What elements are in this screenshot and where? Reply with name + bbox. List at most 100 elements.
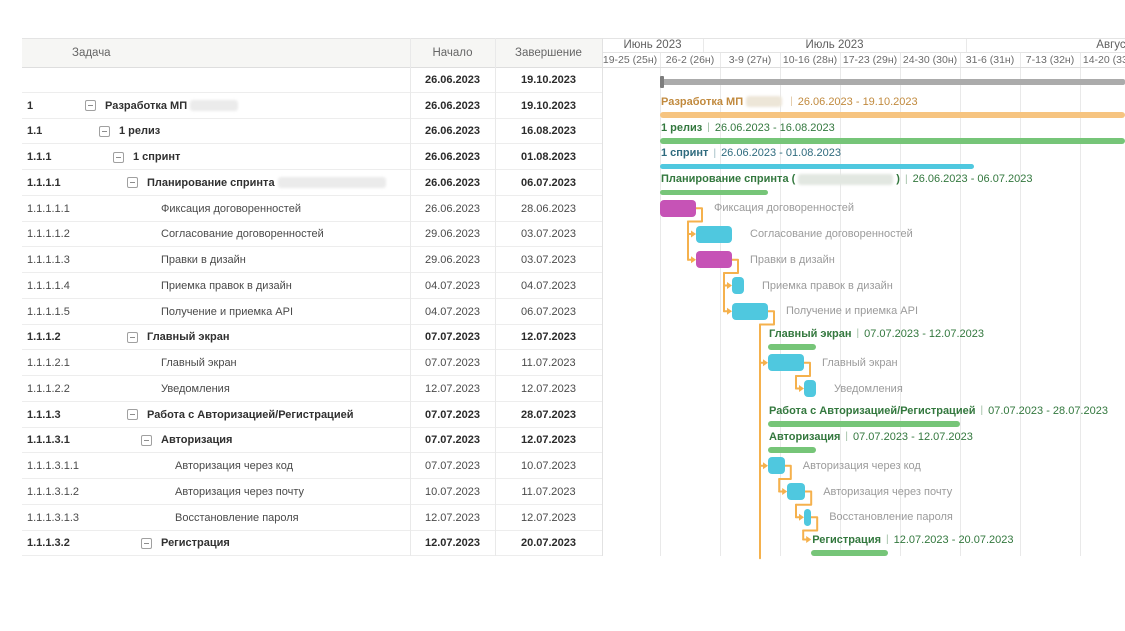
task-end-date[interactable]: 16.08.2023	[495, 119, 602, 145]
table-row[interactable]: 1.1.1.3.2Регистрация12.07.202320.07.2023	[22, 531, 602, 557]
table-row[interactable]: 1.1.1.3.1Авторизация07.07.202312.07.2023	[22, 428, 602, 454]
task-bar[interactable]	[804, 380, 816, 397]
task-end-date[interactable]: 12.07.2023	[495, 376, 602, 402]
group-label[interactable]: Авторизация|07.07.2023 - 12.07.2023	[769, 430, 973, 444]
task-start-date[interactable]: 12.07.2023	[410, 505, 495, 531]
task-end-date[interactable]: 20.07.2023	[495, 531, 602, 557]
task-start-date[interactable]: 07.07.2023	[410, 350, 495, 376]
table-row[interactable]: 26.06.202319.10.2023	[22, 67, 602, 93]
table-row[interactable]: 1.1.1.3.1.3Восстановление пароля12.07.20…	[22, 505, 602, 531]
collapse-button[interactable]	[99, 126, 110, 137]
group-label[interactable]: 1 релиз|26.06.2023 - 16.08.2023	[661, 121, 835, 135]
group-label[interactable]: Работа с Авторизацией/Регистрацией|07.07…	[769, 404, 1108, 418]
group-progress-bar[interactable]	[660, 138, 1125, 144]
task-start-date[interactable]: 12.07.2023	[410, 531, 495, 557]
task-end-date[interactable]: 06.07.2023	[495, 170, 602, 196]
collapse-button[interactable]	[141, 538, 152, 549]
task-start-date[interactable]: 07.07.2023	[410, 325, 495, 351]
task-start-date[interactable]: 26.06.2023	[410, 119, 495, 145]
task-end-date[interactable]: 06.07.2023	[495, 299, 602, 325]
task-end-date[interactable]: 28.06.2023	[495, 196, 602, 222]
group-progress-bar[interactable]	[811, 550, 888, 556]
task-name[interactable]: Авторизация через код	[175, 453, 293, 479]
task-start-date[interactable]: 10.07.2023	[410, 479, 495, 505]
table-row[interactable]: 1.1.1.3Работа с Авторизацией/Регистрацие…	[22, 402, 602, 428]
task-end-date[interactable]: 03.07.2023	[495, 222, 602, 248]
task-start-date[interactable]: 26.06.2023	[410, 170, 495, 196]
table-row[interactable]: 1.1.1.2.2Уведомления12.07.202312.07.2023	[22, 376, 602, 402]
task-name[interactable]: Приемка правок в дизайн	[161, 273, 292, 299]
task-name[interactable]: Работа с Авторизацией/Регистрацией	[147, 402, 353, 428]
collapse-button[interactable]	[127, 332, 138, 343]
task-name[interactable]: Регистрация	[161, 531, 230, 557]
task-end-date[interactable]: 19.10.2023	[495, 67, 602, 93]
task-start-date[interactable]: 26.06.2023	[410, 144, 495, 170]
task-name[interactable]: Главный экран	[147, 325, 229, 351]
group-progress-bar[interactable]	[768, 344, 816, 350]
task-bar[interactable]	[696, 251, 732, 268]
task-start-date[interactable]: 07.07.2023	[410, 402, 495, 428]
task-bar[interactable]	[660, 200, 696, 217]
group-progress-bar[interactable]	[660, 112, 1125, 118]
task-bar[interactable]	[787, 483, 805, 500]
task-start-date[interactable]: 04.07.2023	[410, 273, 495, 299]
group-label[interactable]: Разработка МП|26.06.2023 - 19.10.2023	[661, 95, 918, 109]
task-end-date[interactable]: 12.07.2023	[495, 325, 602, 351]
task-bar[interactable]	[732, 303, 768, 320]
task-end-date[interactable]: 04.07.2023	[495, 273, 602, 299]
task-end-date[interactable]: 03.07.2023	[495, 247, 602, 273]
group-label[interactable]: Главный экран|07.07.2023 - 12.07.2023	[769, 327, 984, 341]
table-row[interactable]: 1.1.1.1.1Фиксация договоренностей26.06.2…	[22, 196, 602, 222]
task-start-date[interactable]: 29.06.2023	[410, 222, 495, 248]
task-end-date[interactable]: 19.10.2023	[495, 93, 602, 119]
task-name[interactable]: Разработка МП	[105, 93, 241, 119]
task-name[interactable]: Получение и приемка API	[161, 299, 293, 325]
group-progress-bar[interactable]	[768, 421, 960, 427]
task-bar[interactable]	[732, 277, 744, 294]
task-start-date[interactable]: 26.06.2023	[410, 196, 495, 222]
task-end-date[interactable]: 11.07.2023	[495, 350, 602, 376]
collapse-button[interactable]	[141, 435, 152, 446]
task-end-date[interactable]: 12.07.2023	[495, 505, 602, 531]
task-bar[interactable]	[768, 457, 785, 474]
group-progress-bar[interactable]	[660, 164, 974, 170]
task-name[interactable]: Восстановление пароля	[175, 505, 299, 531]
task-end-date[interactable]: 10.07.2023	[495, 453, 602, 479]
group-progress-bar[interactable]	[660, 190, 768, 196]
table-row[interactable]: 1.1.1.1.3Правки в дизайн29.06.202303.07.…	[22, 247, 602, 273]
task-bar[interactable]	[804, 509, 811, 526]
task-start-date[interactable]: 07.07.2023	[410, 428, 495, 454]
task-name[interactable]: Планирование спринта	[147, 170, 389, 196]
task-name[interactable]: Согласование договоренностей	[161, 222, 324, 248]
table-row[interactable]: 1.11 релиз26.06.202316.08.2023	[22, 119, 602, 145]
table-row[interactable]: 1.1.1.1.2Согласование договоренностей29.…	[22, 222, 602, 248]
table-row[interactable]: 1.1.1.2Главный экран07.07.202312.07.2023	[22, 325, 602, 351]
task-start-date[interactable]: 29.06.2023	[410, 247, 495, 273]
collapse-button[interactable]	[85, 100, 96, 111]
table-row[interactable]: 1.1.1.2.1Главный экран07.07.202311.07.20…	[22, 350, 602, 376]
task-name[interactable]: 1 релиз	[119, 119, 160, 145]
task-end-date[interactable]: 01.08.2023	[495, 144, 602, 170]
collapse-button[interactable]	[127, 177, 138, 188]
task-bar[interactable]	[696, 226, 732, 243]
group-label[interactable]: Регистрация|12.07.2023 - 20.07.2023	[812, 533, 1013, 547]
table-row[interactable]: 1.1.1.1.4Приемка правок в дизайн04.07.20…	[22, 273, 602, 299]
task-name[interactable]: Уведомления	[161, 376, 230, 402]
task-start-date[interactable]: 26.06.2023	[410, 93, 495, 119]
task-name[interactable]: Фиксация договоренностей	[161, 196, 301, 222]
table-row[interactable]: 1.1.11 спринт26.06.202301.08.2023	[22, 144, 602, 170]
table-row[interactable]: 1.1.1.1.5Получение и приемка API04.07.20…	[22, 299, 602, 325]
task-start-date[interactable]: 26.06.2023	[410, 67, 495, 93]
collapse-button[interactable]	[127, 409, 138, 420]
collapse-button[interactable]	[113, 152, 124, 163]
task-start-date[interactable]: 07.07.2023	[410, 453, 495, 479]
task-end-date[interactable]: 11.07.2023	[495, 479, 602, 505]
table-row[interactable]: 1Разработка МП26.06.202319.10.2023	[22, 93, 602, 119]
group-label[interactable]: 1 спринт|26.06.2023 - 01.08.2023	[661, 146, 841, 160]
task-name[interactable]: Авторизация через почту	[175, 479, 304, 505]
task-name[interactable]: 1 спринт	[133, 144, 180, 170]
table-row[interactable]: 1.1.1.3.1.2Авторизация через почту10.07.…	[22, 479, 602, 505]
table-row[interactable]: 1.1.1.1Планирование спринта26.06.202306.…	[22, 170, 602, 196]
summary-bar[interactable]	[660, 79, 1125, 85]
task-name[interactable]: Правки в дизайн	[161, 247, 246, 273]
